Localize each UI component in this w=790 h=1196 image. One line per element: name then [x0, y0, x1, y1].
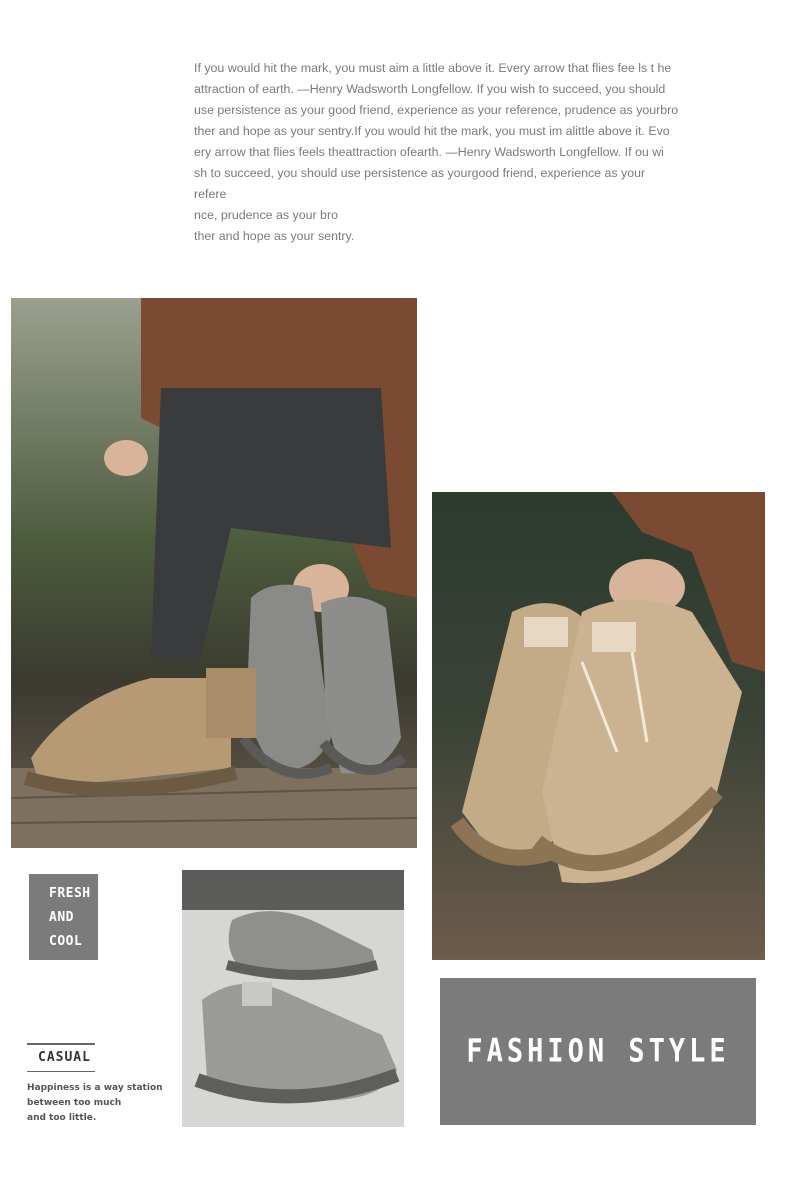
fashion-style-text: FASHION STYLE	[466, 1032, 730, 1071]
quote-line: nce, prudence as your bro	[194, 208, 338, 222]
casual-tagline: Happiness is a way station between too m…	[27, 1081, 167, 1126]
and-word: AND	[49, 910, 74, 925]
cool-word: COOL	[49, 934, 83, 949]
quote-line: ther and hope as your sentry.If you woul…	[194, 124, 670, 138]
quote-line: use persistence as your good friend, exp…	[194, 103, 679, 117]
divider-bottom	[27, 1071, 95, 1072]
product-photo-beige-pair	[432, 492, 765, 960]
casual-title: CASUAL	[38, 1050, 91, 1065]
quote-line: sh to succeed, you should use persistenc…	[194, 166, 646, 201]
quote-paragraph: If you would hit the mark, you must aim …	[194, 58, 680, 247]
product-photo-grey-pair	[182, 870, 404, 1127]
quote-line: If you would hit the mark, you must aim …	[194, 61, 672, 75]
divider-top	[27, 1043, 95, 1045]
tagline-line: between too much	[27, 1098, 122, 1108]
fashion-style-banner: FASHION STYLE	[440, 978, 756, 1125]
quote-line: ery arrow that flies feels theattraction…	[194, 145, 664, 159]
product-photo-lifestyle	[11, 298, 417, 848]
fresh-word: FRESH	[49, 886, 91, 901]
tagline-line: Happiness is a way station	[27, 1083, 163, 1093]
quote-line: ther and hope as your sentry.	[194, 229, 355, 243]
quote-line: attraction of earth. —Henry Wadsworth Lo…	[194, 82, 666, 96]
fresh-and-cool-label: FRESH AND COOL	[29, 874, 98, 960]
tagline-line: and too little.	[27, 1113, 97, 1123]
